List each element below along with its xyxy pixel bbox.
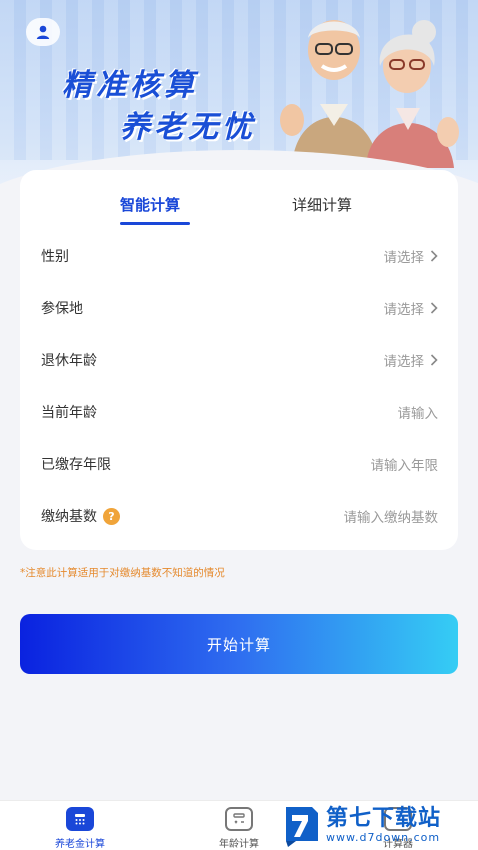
- calculator-card: 智能计算 详细计算 性别 请选择 参保地 请选择 退休年龄 请选择 当前年龄 请…: [20, 170, 458, 550]
- profile-button[interactable]: [26, 18, 60, 46]
- elderly-couple-illustration: [280, 20, 459, 168]
- retirement-age-select[interactable]: 请选择: [384, 350, 439, 370]
- paid-years-label: 已缴存年限: [41, 457, 111, 473]
- insured-location-label: 参保地: [41, 301, 83, 317]
- watermark-title: 第七下载站: [326, 805, 442, 831]
- gender-placeholder: 请选择: [383, 250, 425, 266]
- nav-pension-calc[interactable]: 养老金计算: [40, 807, 120, 850]
- slogan-line-1: 精准核算: [62, 68, 198, 103]
- insured-location-select[interactable]: 请选择: [384, 298, 439, 318]
- gender-select[interactable]: 请选择: [384, 246, 439, 266]
- gender-label: 性别: [41, 249, 69, 265]
- calculator-icon: [66, 807, 94, 831]
- watermark-url: www.d7down.com: [326, 830, 441, 844]
- nav-pension-calc-label: 养老金计算: [55, 839, 105, 850]
- contribution-base-label-wrap: 缴纳基数 ?: [41, 506, 120, 526]
- watermark-text: 第七下载站 www.d7down.com: [326, 805, 442, 844]
- start-calculate-button[interactable]: 开始计算: [20, 614, 458, 674]
- active-tab-indicator: [120, 222, 190, 225]
- tab-smart-calc[interactable]: 智能计算: [120, 194, 180, 215]
- slogan-line-2: 养老无忧: [120, 110, 256, 145]
- tab-detailed-calc[interactable]: 详细计算: [292, 194, 352, 215]
- current-age-label: 当前年龄: [41, 405, 97, 421]
- calculation-note: *注意此计算适用于对缴纳基数不知道的情况: [20, 567, 225, 579]
- chevron-right-icon: [430, 250, 438, 262]
- chevron-right-icon: [430, 302, 438, 314]
- nav-age-calc[interactable]: 年龄计算: [199, 807, 279, 850]
- row-retirement-age[interactable]: 退休年龄 请选择: [20, 334, 458, 386]
- site-watermark: 第七下载站 www.d7down.com: [282, 800, 478, 850]
- row-paid-years[interactable]: 已缴存年限 请输入年限: [20, 438, 458, 490]
- nav-age-calc-label: 年龄计算: [219, 839, 259, 850]
- paid-years-input[interactable]: 请输入年限: [371, 454, 439, 474]
- row-contribution-base[interactable]: 缴纳基数 ? 请输入缴纳基数: [20, 490, 458, 542]
- chevron-right-icon: [430, 354, 438, 366]
- help-icon[interactable]: ?: [103, 507, 120, 525]
- contribution-base-input[interactable]: 请输入缴纳基数: [344, 506, 439, 526]
- row-current-age[interactable]: 当前年龄 请输入: [20, 386, 458, 438]
- retirement-age-label: 退休年龄: [41, 353, 97, 369]
- age-calc-icon: [225, 807, 253, 831]
- tab-bar: 智能计算 详细计算: [20, 170, 458, 230]
- current-age-input[interactable]: 请输入: [398, 402, 439, 422]
- row-insured-location[interactable]: 参保地 请选择: [20, 282, 458, 334]
- retirement-age-placeholder: 请选择: [383, 354, 425, 370]
- insured-location-placeholder: 请选择: [383, 302, 425, 318]
- watermark-logo-icon: [286, 807, 318, 847]
- user-icon: [36, 25, 50, 39]
- row-gender[interactable]: 性别 请选择: [20, 230, 458, 282]
- contribution-base-label: 缴纳基数: [41, 509, 97, 525]
